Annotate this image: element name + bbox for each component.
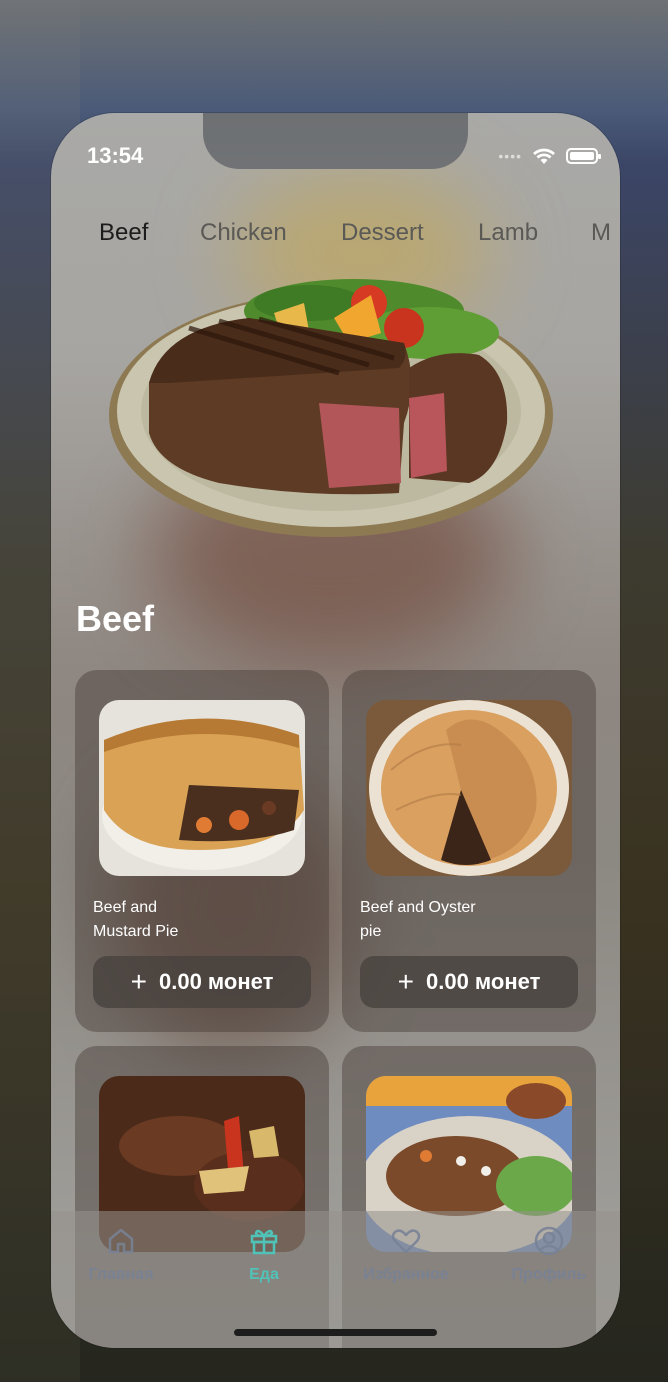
tab-more[interactable]: M — [591, 219, 611, 247]
add-to-cart-button[interactable]: + 0.00 монет — [93, 956, 311, 1008]
nav-item-food[interactable]: Еда — [194, 1225, 334, 1284]
heart-icon — [391, 1229, 421, 1254]
nav-label: Еда — [249, 1266, 279, 1283]
tab-chicken[interactable]: Chicken — [200, 219, 287, 247]
nav-label: Главная — [88, 1266, 154, 1283]
status-icons: •••• — [498, 147, 601, 165]
meal-card[interactable]: Beef and Oyster pie + 0.00 монет — [342, 670, 596, 1032]
meal-name-line: pie — [360, 923, 382, 940]
hero-steak-image — [109, 279, 553, 537]
tab-dessert[interactable]: Dessert — [341, 219, 424, 247]
meal-name-line: Mustard Pie — [93, 923, 179, 940]
meal-name: Beef and Oyster pie — [360, 896, 560, 944]
gift-icon — [250, 1229, 278, 1255]
nav-label: Профиль — [511, 1266, 587, 1283]
home-indicator[interactable] — [234, 1329, 437, 1336]
tab-lamb[interactable]: Lamb — [478, 219, 538, 247]
meal-name-line: Beef and — [93, 899, 158, 916]
nav-label: Избранное — [363, 1266, 449, 1283]
add-to-cart-button[interactable]: + 0.00 монет — [360, 956, 578, 1008]
battery-icon — [566, 148, 601, 164]
price-label: 0.00 монет — [158, 969, 274, 994]
bottom-nav: Главная Еда Избранное Профиль — [51, 1211, 620, 1348]
phone-screen: 13:54 •••• Beef Chicken Dessert Lamb M B… — [51, 113, 620, 1348]
plus-icon: + — [130, 966, 147, 997]
nav-item-favorites[interactable]: Избранное — [336, 1225, 476, 1284]
meal-image — [366, 700, 572, 876]
meal-card[interactable]: Beef and Mustard Pie + 0.00 монет — [75, 670, 329, 1032]
status-time: 13:54 — [87, 143, 144, 168]
wifi-icon — [533, 148, 555, 164]
tab-beef[interactable]: Beef — [99, 219, 148, 247]
plus-icon: + — [397, 966, 414, 997]
profile-icon — [534, 1226, 564, 1256]
meal-image — [99, 700, 305, 876]
meal-name: Beef and Mustard Pie — [93, 896, 293, 944]
notch — [203, 113, 468, 169]
nav-item-home[interactable]: Главная — [51, 1225, 191, 1284]
nav-item-profile[interactable]: Профиль — [479, 1225, 619, 1284]
section-title: Beef — [76, 598, 155, 639]
category-tabs: Beef Chicken Dessert Lamb M — [51, 219, 620, 259]
price-label: 0.00 монет — [425, 969, 541, 994]
signal-icon: •••• — [498, 148, 522, 164]
home-icon — [108, 1228, 134, 1254]
meal-name-line: Beef and Oyster — [360, 899, 476, 916]
